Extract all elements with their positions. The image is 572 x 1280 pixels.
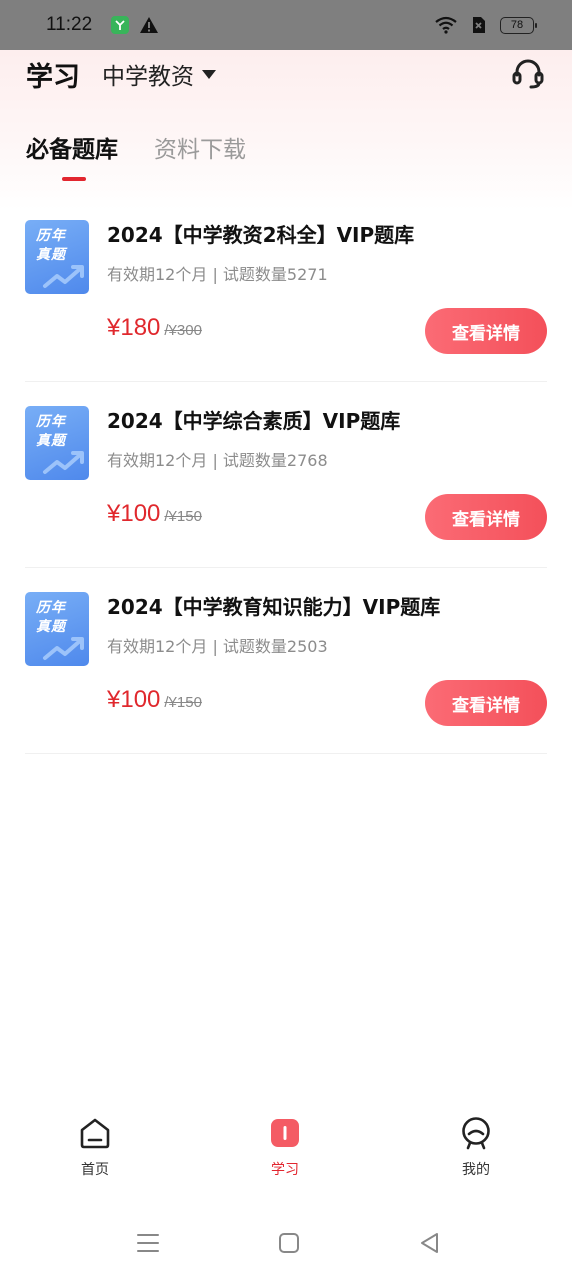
nav-item-profile[interactable]: 我的: [426, 1116, 526, 1179]
view-details-button[interactable]: 查看详情: [425, 494, 547, 540]
product-thumbnail: 历年 真题: [25, 406, 89, 480]
menu-icon[interactable]: [135, 1230, 161, 1256]
customer-service-button[interactable]: [510, 56, 546, 92]
battery-level: 78: [510, 19, 524, 31]
nav-label: 我的: [462, 1162, 490, 1178]
trend-up-icon: [43, 637, 84, 660]
trend-up-icon: [43, 265, 84, 288]
view-details-button[interactable]: 查看详情: [425, 308, 547, 354]
warning-icon: [140, 17, 159, 33]
tab-question-bank[interactable]: 必备题库: [26, 130, 118, 181]
home-square-icon[interactable]: [276, 1230, 302, 1256]
product-thumbnail: 历年 真题: [25, 220, 89, 294]
product-meta: 有效期12个月 | 试题数量5271: [107, 265, 328, 284]
product-title: 2024【中学教育知识能力】VIP题库: [107, 595, 441, 619]
profile-icon: [462, 1117, 490, 1150]
header: 学习 中学教资: [26, 52, 546, 96]
tab-downloads[interactable]: 资料下载: [154, 130, 246, 164]
thumb-text-line: 历年: [36, 414, 66, 430]
product-price: ¥100: [107, 500, 161, 527]
status-time: 11:22: [46, 14, 93, 35]
thumb-text-line: 历年: [36, 228, 66, 244]
status-bar: 11:22 78: [0, 0, 572, 50]
thumb-text-line: 历年: [36, 600, 66, 616]
nav-item-home[interactable]: 首页: [45, 1116, 145, 1179]
trend-up-icon: [43, 451, 84, 474]
back-icon[interactable]: [417, 1230, 443, 1256]
product-meta: 有效期12个月 | 试题数量2503: [107, 637, 328, 656]
wifi-icon: [435, 16, 457, 34]
subject-dropdown[interactable]: 中学教资: [102, 57, 216, 91]
view-details-button[interactable]: 查看详情: [425, 680, 547, 726]
product-list: 历年 真题 2024【中学教资2科全】VIP题库 有效期12个月 | 试题数量5…: [25, 196, 547, 754]
original-price: /¥150: [164, 694, 202, 711]
app-screen: 11:22 78 学习 中学教资 必备题库 资料下载 历年 真题 2024【中学…: [0, 0, 572, 1280]
bottom-navigation: 首页 学习 我的: [0, 1116, 572, 1206]
tab-bar: 必备题库 资料下载: [26, 130, 246, 181]
original-price: /¥150: [164, 508, 202, 525]
app-notification-icon: [111, 16, 130, 34]
tab-label: 必备题库: [26, 137, 118, 163]
nav-item-study[interactable]: 学习: [235, 1116, 335, 1179]
product-card[interactable]: 历年 真题 2024【中学综合素质】VIP题库 有效期12个月 | 试题数量27…: [25, 382, 547, 568]
caret-down-icon: [202, 69, 216, 79]
no-sim-icon: [473, 17, 485, 33]
subject-label: 中学教资: [102, 64, 194, 90]
active-tab-indicator: [62, 177, 86, 181]
system-navigation: [0, 1222, 572, 1268]
product-meta: 有效期12个月 | 试题数量2768: [107, 451, 328, 470]
product-thumbnail: 历年 真题: [25, 592, 89, 666]
product-price: ¥180: [107, 314, 161, 341]
tab-label: 资料下载: [154, 137, 246, 163]
book-icon: [271, 1119, 299, 1147]
original-price: /¥300: [164, 322, 202, 339]
battery-icon: 78: [500, 16, 537, 34]
product-title: 2024【中学综合素质】VIP题库: [107, 409, 401, 433]
page-title: 学习: [26, 61, 80, 93]
home-icon: [80, 1118, 110, 1149]
product-price: ¥100: [107, 686, 161, 713]
product-card[interactable]: 历年 真题 2024【中学教育知识能力】VIP题库 有效期12个月 | 试题数量…: [25, 568, 547, 754]
headset-icon: [512, 59, 544, 89]
product-title: 2024【中学教资2科全】VIP题库: [107, 223, 415, 247]
nav-label: 学习: [271, 1162, 299, 1178]
product-card[interactable]: 历年 真题 2024【中学教资2科全】VIP题库 有效期12个月 | 试题数量5…: [25, 196, 547, 382]
nav-label: 首页: [81, 1162, 109, 1178]
